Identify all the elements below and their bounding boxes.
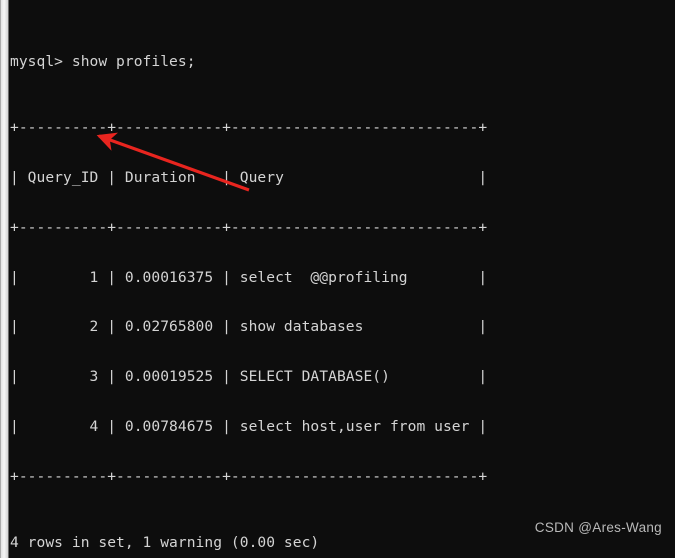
terminal-output[interactable]: mysql> show profiles; +----------+------… (10, 4, 670, 558)
vertical-scrollbar[interactable] (0, 0, 9, 558)
table-row: | 3 | 0.00019525 | SELECT DATABASE() | (10, 368, 488, 386)
profiles-table-bottom-rule: +----------+------------+---------------… (10, 467, 488, 485)
terminal-window: mysql> show profiles; +----------+------… (0, 0, 675, 558)
watermark-text: CSDN @Ares-Wang (534, 520, 662, 535)
table-row: | 4 | 0.00784675 | select host,user from… (10, 417, 488, 435)
profiles-table-header: | Query_ID | Duration | Query | (10, 168, 488, 186)
profiles-table-header-rule: +----------+------------+---------------… (10, 218, 488, 236)
table-row: | 2 | 0.02765800 | show databases | (10, 318, 488, 336)
command-show-profiles: mysql> show profiles; (10, 52, 196, 70)
scrollbar-thumb[interactable] (1, 0, 8, 558)
result-row-count-1: 4 rows in set, 1 warning (0.00 sec) (10, 534, 320, 551)
table-row: | 1 | 0.00016375 | select @@profiling | (10, 268, 488, 286)
profiles-table-top-rule: +----------+------------+---------------… (10, 119, 488, 137)
